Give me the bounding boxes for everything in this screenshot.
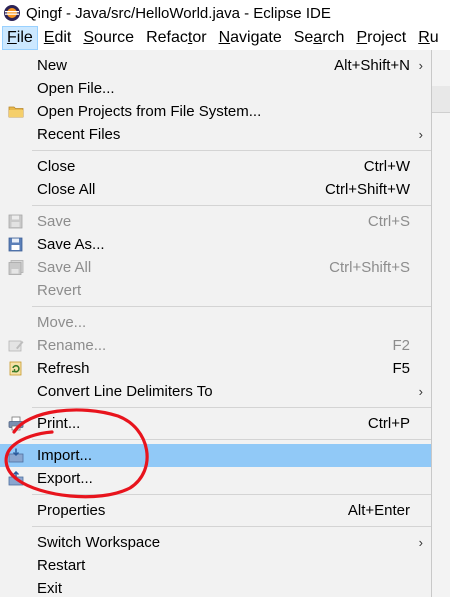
rename-icon bbox=[8, 340, 24, 352]
menu-run[interactable]: Ru bbox=[412, 27, 444, 49]
submenu-arrow-icon: › bbox=[418, 58, 423, 73]
menu-search[interactable]: Search bbox=[288, 27, 351, 49]
menu-item-export[interactable]: Export... bbox=[0, 467, 431, 490]
save-icon bbox=[8, 214, 23, 229]
print-icon bbox=[8, 416, 24, 431]
menu-refactor[interactable]: Refactor bbox=[140, 27, 212, 49]
menu-item-close[interactable]: Close Ctrl+W bbox=[0, 155, 431, 178]
menu-item-save-all[interactable]: Save All Ctrl+Shift+S bbox=[0, 256, 431, 279]
menu-file-mnemonic: F bbox=[7, 29, 17, 46]
export-icon bbox=[8, 471, 24, 486]
menu-separator bbox=[32, 494, 431, 495]
window-title: Qingf - Java/src/HelloWorld.java - Eclip… bbox=[26, 4, 331, 22]
menu-item-open-file[interactable]: Open File... bbox=[0, 77, 431, 100]
submenu-arrow-icon: › bbox=[418, 535, 423, 550]
submenu-arrow-icon: › bbox=[418, 384, 423, 399]
menu-source[interactable]: Source bbox=[77, 27, 140, 49]
menu-item-print[interactable]: Print... Ctrl+P bbox=[0, 412, 431, 435]
menu-project[interactable]: Project bbox=[350, 27, 412, 49]
menu-separator bbox=[32, 439, 431, 440]
eclipse-icon bbox=[4, 5, 20, 21]
menu-item-close-all[interactable]: Close All Ctrl+Shift+W bbox=[0, 178, 431, 201]
menu-item-save-as[interactable]: Save As... bbox=[0, 233, 431, 256]
save-all-icon bbox=[8, 260, 24, 275]
menu-item-refresh[interactable]: Refresh F5 bbox=[0, 357, 431, 380]
title-bar: Qingf - Java/src/HelloWorld.java - Eclip… bbox=[0, 0, 450, 26]
menu-item-open-projects[interactable]: Open Projects from File System... bbox=[0, 100, 431, 123]
menu-edit[interactable]: Edit bbox=[38, 27, 78, 49]
menu-file[interactable]: File bbox=[2, 26, 38, 50]
refresh-icon bbox=[9, 361, 22, 376]
menu-item-restart[interactable]: Restart bbox=[0, 554, 431, 577]
submenu-arrow-icon: › bbox=[418, 127, 423, 142]
menu-navigate[interactable]: Navigate bbox=[213, 27, 288, 49]
menu-separator bbox=[32, 407, 431, 408]
menu-item-convert-line-delimiters[interactable]: Convert Line Delimiters To › bbox=[0, 380, 431, 403]
menu-item-save[interactable]: Save Ctrl+S bbox=[0, 210, 431, 233]
file-menu-dropdown: New Alt+Shift+N › Open File... Open Proj… bbox=[0, 50, 432, 597]
menu-item-rename[interactable]: Rename... F2 bbox=[0, 334, 431, 357]
menu-item-new[interactable]: New Alt+Shift+N › bbox=[0, 54, 431, 77]
menu-item-import[interactable]: Import... bbox=[0, 444, 431, 467]
folder-icon bbox=[8, 106, 24, 118]
menu-separator bbox=[32, 150, 431, 151]
editor-tab-strip bbox=[432, 86, 450, 113]
save-as-icon bbox=[8, 237, 23, 252]
menu-separator bbox=[32, 306, 431, 307]
menu-separator bbox=[32, 526, 431, 527]
menu-item-properties[interactable]: Properties Alt+Enter bbox=[0, 499, 431, 522]
menu-bar: File Edit Source Refactor Navigate Searc… bbox=[0, 26, 450, 50]
editor-area bbox=[432, 50, 450, 597]
import-icon bbox=[8, 448, 24, 463]
menu-item-revert[interactable]: Revert bbox=[0, 279, 431, 302]
menu-item-move[interactable]: Move... bbox=[0, 311, 431, 334]
menu-item-recent-files[interactable]: Recent Files › bbox=[0, 123, 431, 146]
menu-separator bbox=[32, 205, 431, 206]
menu-item-switch-workspace[interactable]: Switch Workspace › bbox=[0, 531, 431, 554]
